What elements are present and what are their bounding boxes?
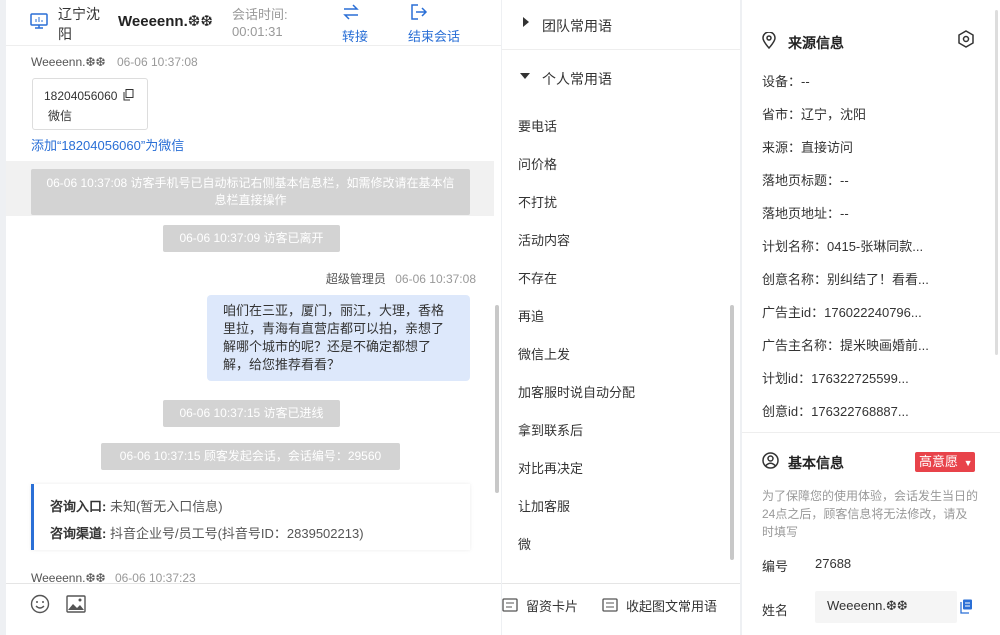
info-device: 设备：-- xyxy=(762,74,810,89)
copy-icon[interactable] xyxy=(123,89,134,101)
source-info-title: 来源信息 xyxy=(788,35,844,51)
inquiry-channel-label: 咨询渠道: xyxy=(50,526,107,541)
info-panel: 来源信息 设备：-- 省市：辽宁，沈阳 来源：直接访问 落地页标题：-- 落地页… xyxy=(742,0,1000,635)
inquiry-entry-label: 咨询入口: xyxy=(50,499,107,514)
inquiry-channel: 咨询渠道: 抖音企业号/员工号(抖音号ID：2839502213) xyxy=(50,523,364,542)
phrase-item[interactable]: 不打扰 xyxy=(518,192,557,211)
copy-icon[interactable] xyxy=(960,599,973,614)
info-creative-name: 创意名称：别纠结了！看看... xyxy=(762,272,929,287)
chat-scrollbar[interactable] xyxy=(495,305,499,493)
info-province-city: 省市：辽宁，沈阳 xyxy=(762,107,867,122)
message-header: Weeeenn.❆❆ 06-06 10:37:08 xyxy=(31,55,198,69)
info-plan-name: 计划名称：0415-张琳同款... xyxy=(762,239,924,254)
divider xyxy=(742,432,1000,433)
info-advertiser-name: 广告主名称：提米映画婚前... xyxy=(762,338,929,353)
inquiry-entry: 咨询入口: 未知(暂无入口信息) xyxy=(50,496,223,515)
settings-icon[interactable] xyxy=(957,30,975,48)
caret-down-icon xyxy=(520,72,530,80)
agent-message-bubble: 咱们在三亚，厦门，丽江，大理，香格里拉，青海有直营店都可以拍，亲想了解哪个城市的… xyxy=(207,295,470,381)
phrase-item[interactable]: 对比再决定 xyxy=(518,458,583,477)
image-icon[interactable] xyxy=(66,595,86,613)
info-landing-url: 落地页地址：-- xyxy=(762,206,849,221)
personal-phrases-label: 个人常用语 xyxy=(542,71,612,87)
location-line1: 辽宁沈 xyxy=(58,6,100,22)
phrase-item[interactable]: 不存在 xyxy=(518,268,557,287)
caret-right-icon xyxy=(522,17,530,27)
info-creative-id: 创意id：176322768887... xyxy=(762,404,909,419)
phrase-item[interactable]: 微 xyxy=(518,534,531,553)
input-toolbar xyxy=(6,583,501,635)
card-phone: 18204056060 xyxy=(44,89,118,103)
phrase-item[interactable]: 加客服时说自动分配 xyxy=(518,382,635,401)
number-label: 编号 xyxy=(762,559,789,574)
phrase-item[interactable]: 微信上发 xyxy=(518,344,570,363)
phrases-scrollbar[interactable] xyxy=(730,305,734,560)
name-label: 姓名 xyxy=(762,603,789,618)
phrase-item[interactable]: 让加客服 xyxy=(518,496,570,515)
team-phrases-group[interactable]: 团队常用语 xyxy=(502,0,740,50)
chat-panel: 辽宁沈 阳 Weeeenn.❆❆ 会话时间: 00:01:31 转接 结束会话 … xyxy=(6,0,501,635)
message-header: 超级管理员 06-06 10:37:08 xyxy=(326,270,476,287)
transfer-label: 转接 xyxy=(342,29,369,44)
chat-header: 辽宁沈 阳 Weeeenn.❆❆ 会话时间: 00:01:31 转接 结束会话 xyxy=(6,0,501,46)
transfer-icon xyxy=(342,4,360,20)
user-circle-icon xyxy=(762,452,779,469)
monitor-icon xyxy=(30,13,48,29)
info-notice: 为了保障您的使用体验，会话发生当日的24点之后，顾客信息将无法修改，请及时填写 xyxy=(762,489,979,539)
location-pin-icon xyxy=(762,32,776,49)
system-message: 06-06 10:37:08 访客手机号已自动标记右侧基本信息栏，如需修改请在基… xyxy=(31,169,470,215)
end-session-label: 结束会话 xyxy=(408,29,461,44)
info-plan-id: 计划id：176322725599... xyxy=(762,371,909,386)
leave-card-label: 留资卡片 xyxy=(526,599,579,614)
visitor-name: Weeeenn.❆❆ xyxy=(118,13,213,30)
team-phrases-label: 团队常用语 xyxy=(542,18,612,34)
card-wechat: 微信 xyxy=(48,109,73,123)
inquiry-card: 咨询入口: 未知(暂无入口信息) 咨询渠道: 抖音企业号/员工号(抖音号ID：2… xyxy=(31,484,470,550)
number-value: 27688 xyxy=(815,556,852,571)
end-session-button[interactable]: 结束会话 xyxy=(406,2,470,44)
sender-name: 超级管理员 xyxy=(325,272,386,286)
name-field[interactable]: Weeeenn.❆❆ xyxy=(815,591,957,623)
smile-icon[interactable] xyxy=(30,594,50,614)
message-time: 06-06 10:37:08 xyxy=(116,55,198,69)
info-scrollbar[interactable] xyxy=(995,10,998,355)
phrase-item[interactable]: 问价格 xyxy=(518,154,557,173)
system-message: 06-06 10:37:09 访客已离开 xyxy=(163,225,340,252)
intent-badge-label: 高意愿 xyxy=(919,454,959,469)
phrase-item[interactable]: 活动内容 xyxy=(518,230,570,249)
info-landing-title: 落地页标题：-- xyxy=(762,173,849,188)
phrases-panel: 团队常用语 个人常用语 要电话问价格不打扰活动内容不存在再追微信上发加客服时说自… xyxy=(502,0,740,635)
basic-info-title: 基本信息 xyxy=(788,455,844,471)
phrases-toolbar: 留资卡片 收起图文常用语 xyxy=(502,583,740,635)
card-icon xyxy=(502,598,518,612)
message-time: 06-06 10:37:08 xyxy=(395,272,476,286)
inquiry-entry-value: 未知(暂无入口信息) xyxy=(109,499,223,514)
phrase-item[interactable]: 再追 xyxy=(518,306,544,325)
exit-icon xyxy=(410,4,428,20)
collapse-phrases-label: 收起图文常用语 xyxy=(626,599,718,614)
phrase-item[interactable]: 要电话 xyxy=(518,116,557,135)
contact-card[interactable]: 18204056060 微信 xyxy=(32,78,148,130)
inquiry-channel-value: 抖音企业号/员工号(抖音号ID：2839502213) xyxy=(109,526,364,541)
name-value: Weeeenn.❆❆ xyxy=(827,598,908,613)
caret-down-icon: ▼ xyxy=(963,458,973,468)
system-message: 06-06 10:37:15 访客已进线 xyxy=(163,400,340,427)
message-list: Weeeenn.❆❆ 06-06 10:37:08 18204056060 微信… xyxy=(6,47,501,585)
info-source: 来源：直接访问 xyxy=(762,140,854,155)
transfer-button[interactable]: 转接 xyxy=(338,2,378,44)
info-advertiser-id: 广告主id：176022240796... xyxy=(762,305,922,320)
session-time-label: 会话时间: xyxy=(232,7,288,22)
session-time-value: 00:01:31 xyxy=(232,24,283,39)
sender-name: Weeeenn.❆❆ xyxy=(31,55,106,69)
text-doc-icon xyxy=(602,598,618,612)
phrase-item[interactable]: 拿到联系后 xyxy=(518,420,583,439)
personal-phrases-group[interactable]: 个人常用语 xyxy=(502,52,740,96)
system-message: 06-06 10:37:15 顾客发起会话，会话编号：29560 xyxy=(101,443,400,470)
intent-badge[interactable]: 高意愿 ▼ xyxy=(915,452,975,472)
add-wechat-link[interactable]: 添加“18204056060”为微信 xyxy=(31,135,184,154)
location-line2: 阳 xyxy=(58,26,72,42)
